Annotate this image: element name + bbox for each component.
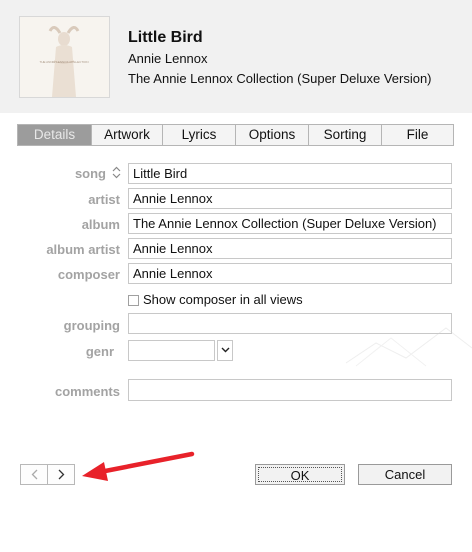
album-artist-label: album artist [46, 242, 120, 257]
tab-lyrics[interactable]: Lyrics [163, 125, 236, 145]
genre-dropdown-button[interactable] [217, 340, 233, 361]
tab-options[interactable]: Options [236, 125, 309, 145]
song-field[interactable]: Little Bird [128, 163, 452, 184]
track-navigation [20, 464, 75, 485]
song-label: song [74, 166, 106, 181]
album-label: album [81, 217, 120, 232]
sort-updown-icon[interactable] [112, 166, 121, 182]
album-artwork[interactable]: THE ANNIE LENNOX COLLECTION [19, 16, 110, 98]
watermark-graphic [345, 327, 472, 367]
track-album: The Annie Lennox Collection (Super Delux… [128, 71, 432, 86]
comments-label: comments [54, 384, 120, 399]
comments-field[interactable] [128, 379, 452, 401]
chevron-down-icon [221, 347, 229, 353]
tab-file[interactable]: File [382, 125, 453, 145]
cancel-button[interactable]: Cancel [358, 464, 452, 485]
genre-label: genr [85, 344, 114, 359]
tab-details[interactable]: Details [18, 125, 92, 145]
track-artist: Annie Lennox [128, 51, 208, 66]
composer-label: composer [57, 267, 120, 282]
composer-field[interactable]: Annie Lennox [128, 263, 452, 284]
artwork-caption: THE ANNIE LENNOX COLLECTION [39, 60, 88, 64]
previous-track-button[interactable] [21, 465, 48, 484]
ok-button[interactable]: OK [255, 464, 345, 485]
next-track-button[interactable] [48, 465, 74, 484]
show-composer-checkbox[interactable] [128, 295, 139, 306]
artist-field[interactable]: Annie Lennox [128, 188, 452, 209]
tab-artwork[interactable]: Artwork [92, 125, 163, 145]
artwork-image: THE ANNIE LENNOX COLLECTION [20, 17, 109, 97]
tab-sorting[interactable]: Sorting [309, 125, 382, 145]
album-artist-field[interactable]: Annie Lennox [128, 238, 452, 259]
track-title: Little Bird [128, 29, 203, 46]
tab-bar: Details Artwork Lyrics Options Sorting F… [17, 124, 454, 146]
chevron-right-icon [58, 469, 64, 480]
show-composer-label[interactable]: Show composer in all views [143, 292, 303, 307]
album-field[interactable]: The Annie Lennox Collection (Super Delux… [128, 213, 452, 234]
track-header: THE ANNIE LENNOX COLLECTION Little Bird … [0, 0, 472, 113]
grouping-label: grouping [63, 318, 120, 333]
ok-button-label: OK [258, 467, 342, 483]
genre-field[interactable] [128, 340, 215, 361]
artist-label: artist [88, 192, 120, 207]
chevron-left-icon [31, 469, 37, 480]
